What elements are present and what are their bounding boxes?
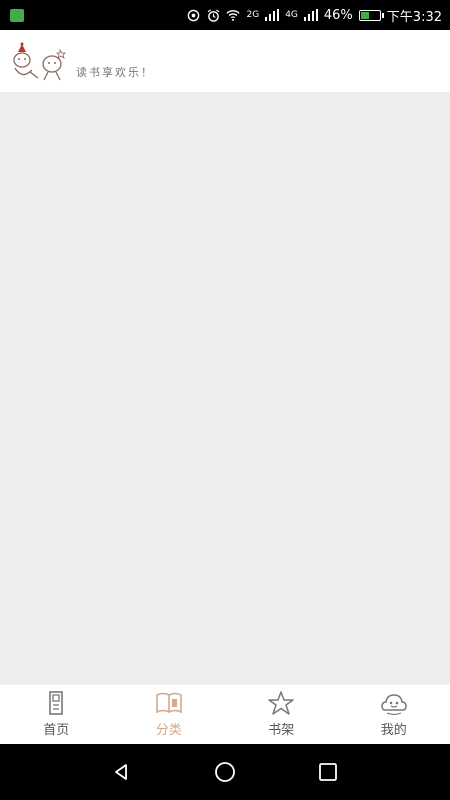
bottom-navigation: 首页 分类 书架 我的 bbox=[0, 684, 450, 745]
nav-item-home[interactable]: 首页 bbox=[0, 685, 113, 745]
status-time: 下午3:32 bbox=[386, 9, 442, 25]
nav-label-home: 首页 bbox=[43, 723, 70, 738]
home-icon bbox=[49, 691, 64, 715]
back-button[interactable] bbox=[107, 757, 137, 787]
app-tagline: 读书享欢乐！ bbox=[76, 66, 154, 79]
back-icon bbox=[114, 764, 127, 780]
book-icon bbox=[155, 692, 182, 714]
signal-1-label: 2G bbox=[246, 10, 260, 20]
circle-home-icon bbox=[215, 762, 235, 782]
status-icons: 2G 4G 46% 下午3:32 bbox=[186, 6, 442, 25]
profile-icon bbox=[380, 694, 407, 716]
nav-label-mine: 我的 bbox=[380, 723, 407, 738]
content-area bbox=[0, 92, 450, 684]
recents-button[interactable] bbox=[313, 757, 343, 787]
app-logo bbox=[10, 42, 70, 84]
battery-level bbox=[360, 11, 369, 19]
home-button[interactable] bbox=[210, 757, 240, 787]
status-bar: 2G 4G 46% 下午3:32 bbox=[0, 0, 450, 30]
battery-percent: 46% bbox=[323, 7, 353, 23]
nav-item-category[interactable]: 分类 bbox=[113, 685, 226, 745]
wifi-icon bbox=[226, 8, 241, 22]
nav-item-bookshelf[interactable]: 书架 bbox=[225, 685, 338, 745]
star-icon bbox=[268, 691, 294, 715]
signal-icon bbox=[265, 8, 280, 22]
nav-item-mine[interactable]: 我的 bbox=[338, 685, 450, 745]
square-recents-icon bbox=[319, 763, 338, 781]
app-notification-icon bbox=[10, 8, 24, 22]
system-navigation-bar bbox=[0, 744, 450, 800]
nav-label-bookshelf: 书架 bbox=[268, 723, 295, 738]
nav-label-category: 分类 bbox=[155, 723, 182, 738]
signal-icon bbox=[303, 8, 318, 22]
app-header: 读书享欢乐！ bbox=[0, 30, 450, 92]
battery-icon bbox=[358, 9, 384, 21]
signal-2-label: 4G bbox=[285, 10, 298, 20]
sync-icon bbox=[186, 8, 200, 22]
alarm-icon bbox=[206, 8, 220, 22]
